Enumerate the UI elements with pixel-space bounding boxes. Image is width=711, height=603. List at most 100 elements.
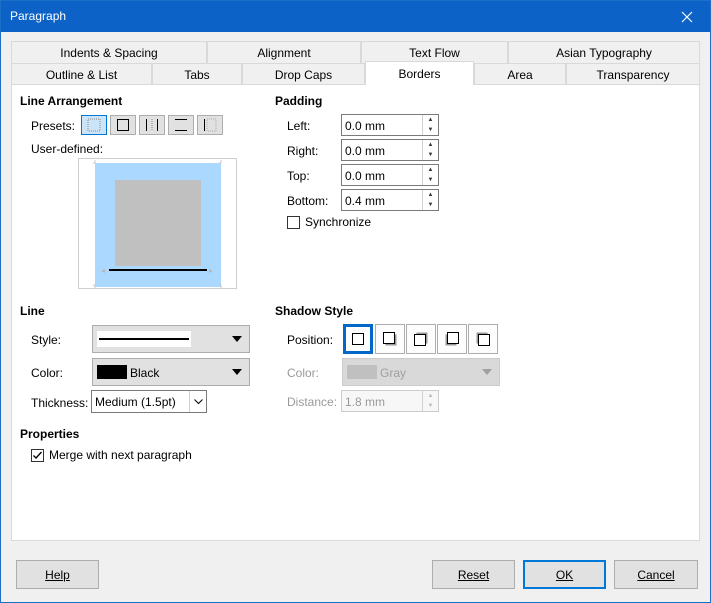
window-title: Paragraph <box>10 9 67 23</box>
shadow-top-right-icon <box>414 332 428 346</box>
chevron-down-icon <box>482 369 492 375</box>
help-button[interactable]: Help <box>16 560 99 589</box>
padding-left-value: 0.0 mm <box>345 119 386 133</box>
border-top-bottom-icon <box>175 119 187 131</box>
tab-tabs[interactable]: Tabs <box>152 63 242 85</box>
spin-up-icon[interactable]: ▲ <box>423 190 438 200</box>
shadow-distance-label: Distance: <box>287 395 338 409</box>
preview-corner-marks <box>93 160 222 288</box>
border-left-icon <box>204 118 217 132</box>
tab-text-flow[interactable]: Text Flow <box>361 41 508 63</box>
shadow-top-right-button[interactable] <box>406 324 436 354</box>
padding-bottom-value: 0.4 mm <box>345 194 386 208</box>
tab-area[interactable]: Area <box>474 63 566 85</box>
help-label: Help <box>45 567 70 582</box>
shadow-color-value: Gray <box>380 366 407 380</box>
spin-up-icon[interactable]: ▲ <box>423 391 438 401</box>
chevron-down-icon <box>232 369 242 375</box>
padding-header: Padding <box>275 94 323 108</box>
border-box-icon <box>117 119 129 131</box>
preset-left-right-button[interactable] <box>139 115 165 135</box>
shadow-none-button[interactable] <box>343 324 373 354</box>
presets-group <box>81 115 226 135</box>
spin-up-icon[interactable]: ▲ <box>423 115 438 125</box>
shadow-color-dropdown[interactable]: Gray <box>342 358 500 386</box>
synchronize-label: Synchronize <box>305 215 372 229</box>
line-color-dropdown[interactable]: Black <box>92 358 250 386</box>
shadow-bottom-right-button[interactable] <box>375 324 405 354</box>
shadow-distance-spinbox[interactable]: 1.8 mm ▲ ▼ <box>341 390 439 412</box>
cancel-button[interactable]: Cancel <box>614 560 698 589</box>
padding-right-spinbox[interactable]: 0.0 mm ▲ ▼ <box>341 139 439 161</box>
shadow-bottom-left-icon <box>445 332 459 346</box>
spin-down-icon[interactable]: ▼ <box>423 150 438 160</box>
thickness-dropdown[interactable]: Medium (1.5pt) <box>91 390 207 413</box>
ok-button[interactable]: OK <box>523 560 606 589</box>
tab-row-2: Outline & List Tabs Drop Caps Borders Ar… <box>11 61 700 85</box>
shadow-color-label: Color: <box>287 366 320 380</box>
shadow-bottom-left-button[interactable] <box>437 324 467 354</box>
shadow-top-left-button[interactable] <box>468 324 498 354</box>
tab-alignment[interactable]: Alignment <box>207 41 361 63</box>
color-swatch <box>347 365 377 379</box>
spin-down-icon[interactable]: ▼ <box>423 125 438 135</box>
preset-top-bottom-button[interactable] <box>168 115 194 135</box>
padding-top-value: 0.0 mm <box>345 169 386 183</box>
chevron-down-icon <box>232 336 242 342</box>
border-none-icon <box>87 118 101 132</box>
reset-label: Reset <box>457 567 490 582</box>
spin-down-icon[interactable]: ▼ <box>423 175 438 185</box>
thickness-label: Thickness: <box>31 396 89 410</box>
spin-down-icon[interactable]: ▼ <box>423 200 438 210</box>
padding-bottom-spinbox[interactable]: 0.4 mm ▲ ▼ <box>341 189 439 211</box>
user-defined-label: User-defined: <box>31 142 104 156</box>
line-header: Line <box>20 304 45 318</box>
thickness-value: Medium (1.5pt) <box>95 395 176 409</box>
line-style-dropdown[interactable] <box>92 325 250 353</box>
preset-none-button[interactable] <box>81 115 107 135</box>
padding-top-label: Top: <box>287 169 310 183</box>
padding-right-label: Right: <box>287 144 319 158</box>
cancel-label: Cancel <box>637 567 675 582</box>
tab-borders[interactable]: Borders <box>365 61 474 85</box>
spin-up-icon[interactable]: ▲ <box>423 140 438 150</box>
spin-up-icon[interactable]: ▲ <box>423 165 438 175</box>
properties-header: Properties <box>20 427 80 441</box>
tab-transparency[interactable]: Transparency <box>566 63 700 85</box>
padding-left-spinbox[interactable]: 0.0 mm ▲ ▼ <box>341 114 439 136</box>
preset-left-button[interactable] <box>197 115 223 135</box>
line-color-label: Color: <box>31 366 64 380</box>
padding-right-value: 0.0 mm <box>345 144 386 158</box>
border-preview[interactable] <box>78 158 237 289</box>
shadow-position-label: Position: <box>287 333 334 347</box>
preset-box-button[interactable] <box>110 115 136 135</box>
tab-drop-caps[interactable]: Drop Caps <box>242 63 365 85</box>
chevron-down-icon[interactable] <box>189 391 206 412</box>
tab-outline-list[interactable]: Outline & List <box>11 63 152 85</box>
tab-indents-spacing[interactable]: Indents & Spacing <box>11 41 207 63</box>
border-left-right-icon <box>146 119 158 131</box>
reset-button[interactable]: Reset <box>432 560 515 589</box>
merge-option[interactable]: Merge with next paragraph <box>31 448 192 462</box>
spin-down-icon[interactable]: ▼ <box>423 401 438 411</box>
synchronize-checkbox[interactable] <box>287 215 300 229</box>
shadow-style-header: Shadow Style <box>275 304 354 318</box>
ok-label: OK <box>555 567 574 582</box>
shadow-none-icon <box>352 333 364 345</box>
line-color-value: Black <box>130 366 160 380</box>
close-icon[interactable] <box>664 1 710 32</box>
padding-left-label: Left: <box>287 119 311 133</box>
merge-checkbox[interactable] <box>31 448 44 462</box>
line-style-preview <box>97 331 191 347</box>
paragraph-dialog: Paragraph Indents & Spacing Alignment Te… <box>0 0 711 603</box>
merge-label: Merge with next paragraph <box>49 448 192 462</box>
shadow-bottom-right-icon <box>383 332 397 346</box>
title-bar: Paragraph <box>1 1 710 32</box>
synchronize-option[interactable]: Synchronize <box>287 215 371 229</box>
checkmark-icon <box>33 451 42 459</box>
tab-asian-typography[interactable]: Asian Typography <box>508 41 700 63</box>
padding-top-spinbox[interactable]: 0.0 mm ▲ ▼ <box>341 164 439 186</box>
presets-label: Presets: <box>31 119 76 133</box>
padding-bottom-label: Bottom: <box>287 194 329 208</box>
color-swatch <box>97 365 127 379</box>
